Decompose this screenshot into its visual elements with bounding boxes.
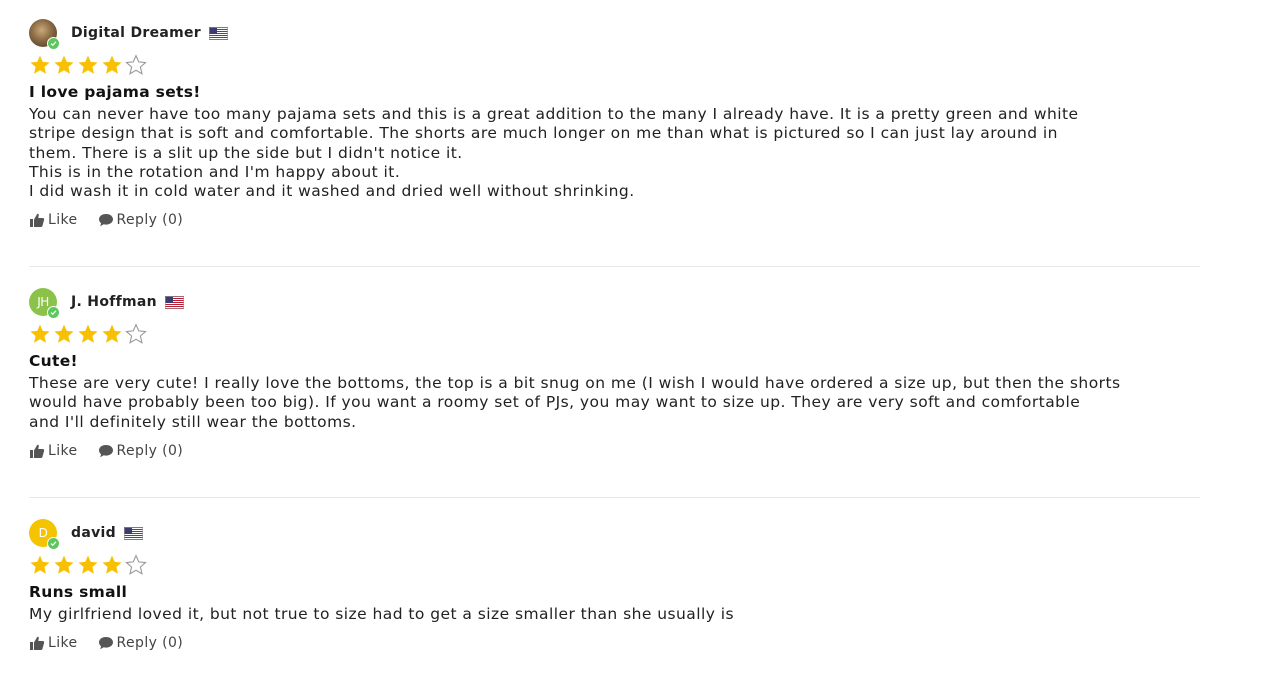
review-header: JH J. Hoffman [29, 286, 1200, 319]
reply-label: Reply (0) [116, 442, 184, 459]
star-filled-icon [54, 555, 74, 574]
review-actions: Like Reply (0) [29, 212, 1200, 228]
verified-check-icon [47, 537, 60, 550]
avatar: D [29, 519, 60, 550]
review-header: Digital Dreamer [29, 17, 1200, 50]
reply-button[interactable]: Reply (0) [98, 212, 184, 228]
review-title: Runs small [29, 583, 128, 601]
star-filled-icon [102, 55, 122, 74]
rating-stars [29, 52, 1200, 78]
us-flag-icon [209, 26, 229, 40]
avatar-initials: JH [37, 295, 49, 309]
thumbs-up-icon [30, 214, 45, 228]
review-body-line: These are very cute! I really love the b… [29, 374, 1121, 392]
divider [29, 266, 1200, 267]
review-body: These are very cute! I really love the b… [29, 374, 1200, 432]
avatar [29, 19, 60, 50]
reply-label: Reply (0) [116, 212, 184, 229]
review-body-line: would have probably been too big). If yo… [29, 393, 1081, 412]
review-item: JH J. Hoffman Cute! These are very cute!… [29, 286, 1200, 459]
comment-icon [98, 444, 113, 458]
reply-label: Reply (0) [116, 635, 184, 652]
verified-check-icon [47, 306, 60, 319]
star-filled-icon [54, 55, 74, 74]
star-filled-icon [102, 555, 122, 574]
star-filled-icon [30, 55, 50, 74]
star-filled-icon [78, 555, 98, 574]
reply-button[interactable]: Reply (0) [98, 635, 184, 651]
review-actions: Like Reply (0) [29, 635, 1200, 651]
like-button[interactable]: Like [29, 635, 78, 651]
review-body-line: You can never have too many pajama sets … [29, 105, 1079, 123]
comment-icon [98, 214, 113, 227]
author-name[interactable]: david [71, 525, 116, 541]
avatar: JH [29, 288, 60, 319]
review-body: My girlfriend loved it, but not true to … [29, 605, 1200, 624]
author-name[interactable]: J. Hoffman [71, 294, 157, 310]
star-filled-icon [102, 324, 122, 343]
thumbs-up-icon [30, 444, 45, 458]
star-empty-icon [125, 323, 147, 344]
review-body-line: and I'll definitely still wear the botto… [29, 412, 357, 431]
reply-button[interactable]: Reply (0) [98, 443, 184, 459]
rating-stars [29, 321, 1200, 347]
like-label: Like [48, 442, 78, 459]
review-actions: Like Reply (0) [29, 443, 1200, 459]
review-body-line: them. There is a slit up the side but I … [29, 143, 463, 162]
star-filled-icon [78, 55, 98, 74]
us-flag-icon [164, 295, 184, 309]
review-body-line: My girlfriend loved it, but not true to … [29, 605, 735, 623]
review-body-line: This is in the rotation and I'm happy ab… [29, 162, 401, 181]
star-filled-icon [30, 324, 50, 343]
like-label: Like [48, 212, 78, 229]
review-item: Digital Dreamer I love pajama sets! You … [29, 17, 1200, 228]
review-title: I love pajama sets! [29, 83, 201, 101]
verified-check-icon [47, 37, 60, 50]
review-header: D david [29, 517, 1200, 550]
review-body-line: I did wash it in cold water and it washe… [29, 182, 635, 201]
star-filled-icon [30, 555, 50, 574]
review-item: D david Runs small My girlfriend loved i… [29, 517, 1200, 651]
star-filled-icon [78, 324, 98, 343]
thumbs-up-icon [30, 637, 45, 651]
star-filled-icon [54, 324, 74, 343]
avatar-initials: D [38, 526, 48, 540]
rating-stars [29, 552, 1200, 578]
us-flag-icon [123, 526, 143, 540]
review-body: You can never have too many pajama sets … [29, 105, 1200, 201]
like-button[interactable]: Like [29, 443, 78, 459]
divider [29, 497, 1200, 498]
comment-icon [98, 637, 113, 650]
like-button[interactable]: Like [29, 212, 78, 228]
like-label: Like [48, 635, 78, 652]
star-empty-icon [125, 554, 147, 575]
review-title: Cute! [29, 352, 78, 370]
star-empty-icon [125, 54, 147, 75]
review-body-line: stripe design that is soft and comfortab… [29, 124, 1058, 143]
author-name[interactable]: Digital Dreamer [71, 25, 201, 41]
